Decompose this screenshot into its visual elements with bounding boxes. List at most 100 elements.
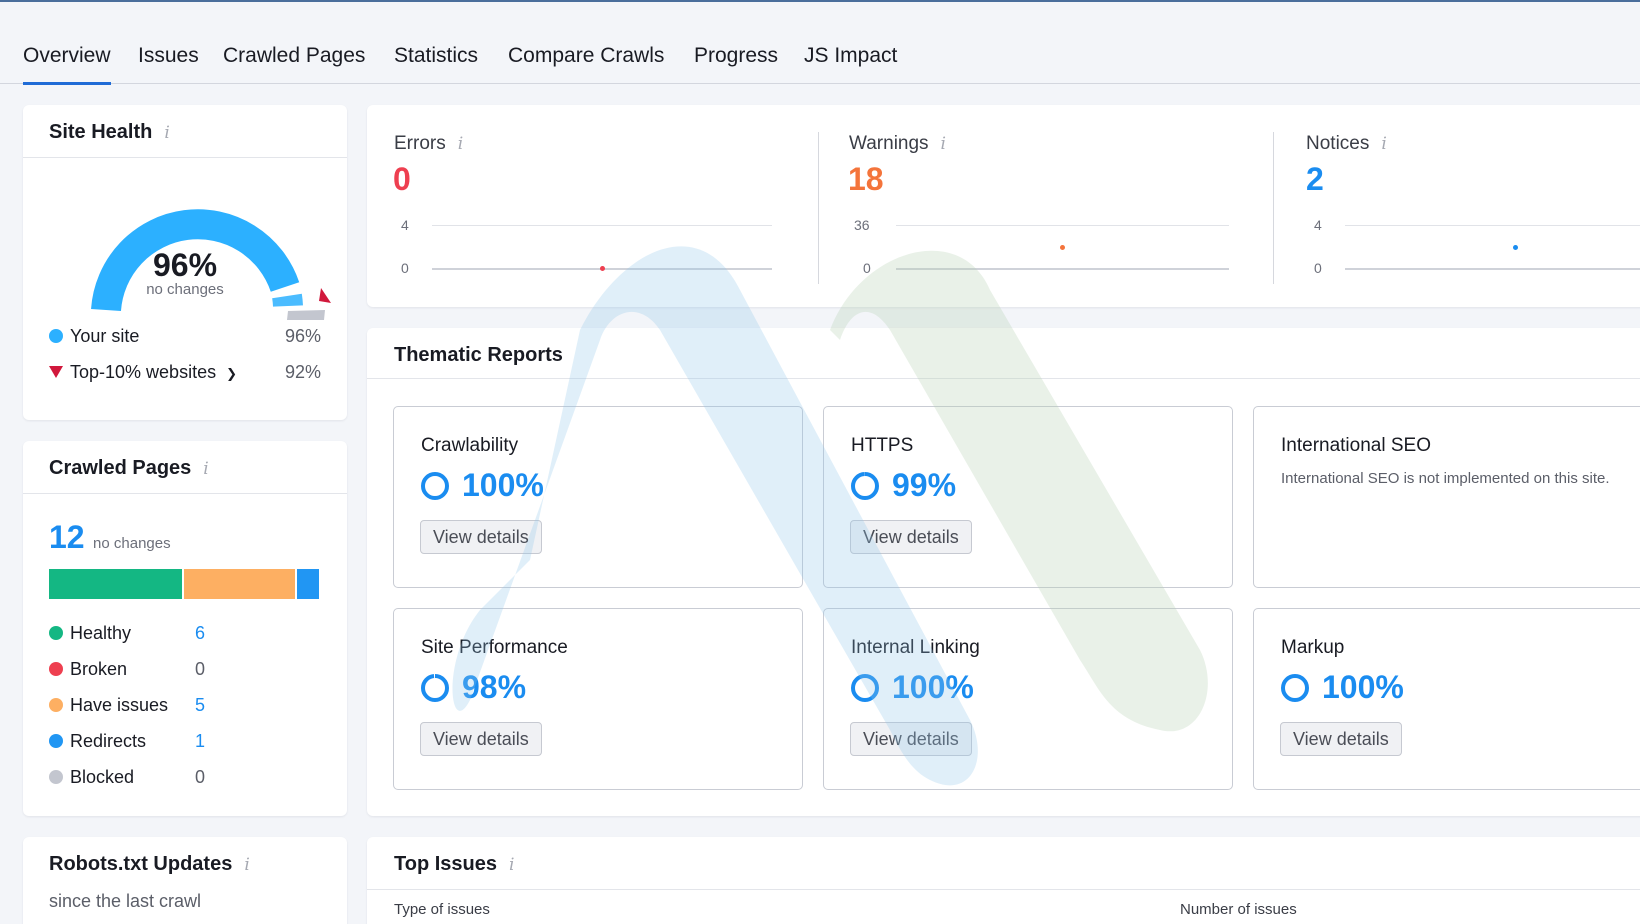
report-name: Internal Linking — [851, 637, 980, 658]
view-details-button[interactable]: View details — [1280, 722, 1402, 756]
robots-subtitle: since the last crawl — [49, 891, 202, 911]
report-name: Crawlability — [421, 435, 519, 456]
report-percent[interactable]: 100% — [420, 467, 544, 504]
view-details-button[interactable]: View details — [850, 520, 972, 554]
warnings-axis-top: 36 — [854, 217, 870, 233]
dot-icon — [49, 329, 63, 343]
metric-separator — [1273, 132, 1274, 284]
notices-label: Notices i — [1306, 133, 1387, 154]
bar-segment-have-issues[interactable] — [184, 569, 295, 599]
bar-segment-redirects[interactable] — [296, 569, 319, 599]
dot-icon — [49, 662, 63, 676]
info-icon[interactable]: i — [203, 459, 208, 479]
report-international-seo: International SEO International SEO is n… — [1253, 406, 1640, 588]
view-details-button[interactable]: View details — [420, 520, 542, 554]
warnings-data-point[interactable] — [1060, 245, 1065, 250]
dot-icon — [49, 698, 63, 712]
dot-icon — [49, 626, 63, 640]
errors-label: Errors i — [394, 133, 464, 154]
chevron-down-icon: ❯ — [226, 366, 237, 381]
report-internal-linking: Internal Linking 100% View details — [823, 608, 1233, 790]
legend-your-site-value: 96% — [284, 326, 321, 346]
site-health-title[interactable]: Site Health i — [49, 121, 170, 144]
info-icon[interactable]: i — [1381, 134, 1386, 154]
legend-redirects[interactable]: Redirects — [49, 731, 146, 752]
warnings-label: Warnings i — [849, 133, 946, 154]
errors-grid-line — [432, 225, 772, 226]
legend-top-10-dropdown[interactable]: Top-10% websites ❯ — [49, 362, 237, 383]
errors-value[interactable]: 0 — [393, 161, 411, 198]
info-icon[interactable]: i — [164, 123, 169, 143]
report-https: HTTPS 99% View details — [823, 406, 1233, 588]
errors-axis-bottom: 0 — [401, 260, 409, 276]
legend-have-issues-value[interactable]: 5 — [195, 695, 205, 716]
crawled-pages-card: Crawled Pages i 12 no changes Healthy 6 B… — [23, 441, 347, 816]
tab-statistics[interactable]: Statistics — [394, 44, 478, 82]
legend-healthy-value[interactable]: 6 — [195, 623, 205, 644]
legend-healthy[interactable]: Healthy — [49, 623, 131, 644]
notices-grid-line — [1345, 225, 1640, 226]
triangle-down-icon — [49, 366, 63, 378]
notices-value[interactable]: 2 — [1306, 161, 1324, 198]
site-health-change: no changes — [146, 281, 224, 298]
notices-baseline — [1345, 268, 1640, 270]
notices-axis-top: 4 — [1314, 217, 1322, 233]
crawled-pages-count[interactable]: 12 — [49, 519, 85, 555]
report-note: International SEO is not implemented on … — [1281, 470, 1610, 487]
metrics-card: Errors i 0 4 0 Warnings i 18 36 0 Notices i… — [367, 105, 1640, 307]
metric-separator — [818, 132, 819, 284]
dot-icon — [49, 770, 63, 784]
legend-blocked[interactable]: Blocked — [49, 767, 134, 788]
report-name: Site Performance — [421, 637, 568, 658]
tab-issues[interactable]: Issues — [138, 44, 199, 82]
tab-crawled-pages[interactable]: Crawled Pages — [223, 44, 365, 82]
view-details-button[interactable]: View details — [420, 722, 542, 756]
progress-ring-icon — [421, 471, 449, 500]
tab-js-impact[interactable]: JS Impact — [804, 44, 897, 82]
crawled-pages-count-row: 12 no changes — [49, 519, 171, 556]
crawled-pages-change: no changes — [93, 535, 171, 552]
tab-compare-crawls[interactable]: Compare Crawls — [508, 44, 664, 82]
report-markup: Markup 100% View details — [1253, 608, 1640, 790]
tab-progress[interactable]: Progress — [694, 44, 778, 82]
view-details-button[interactable]: View details — [850, 722, 972, 756]
info-icon[interactable]: i — [941, 134, 946, 154]
tab-bar: Overview Issues Crawled Pages Statistics… — [0, 0, 1640, 85]
report-percent[interactable]: 99% — [850, 467, 956, 504]
bar-segment-healthy[interactable] — [49, 569, 182, 599]
card-divider — [23, 157, 347, 158]
robots-title[interactable]: Robots.txt Updates i — [49, 853, 250, 876]
thematic-reports-card: Thematic Reports Crawlability 100% View … — [367, 328, 1640, 816]
progress-ring-icon — [851, 673, 879, 702]
report-percent[interactable]: 100% — [1280, 669, 1404, 706]
info-icon[interactable]: i — [458, 134, 463, 154]
info-icon[interactable]: i — [244, 855, 249, 875]
crawled-pages-bar — [49, 569, 319, 599]
report-percent[interactable]: 100% — [850, 669, 974, 706]
warnings-value[interactable]: 18 — [848, 161, 884, 198]
report-percent[interactable]: 98% — [420, 669, 526, 706]
legend-your-site: Your site — [49, 326, 139, 347]
legend-broken[interactable]: Broken — [49, 659, 127, 680]
report-name: HTTPS — [851, 435, 914, 456]
top-issues-title[interactable]: Top Issues i — [394, 853, 514, 876]
notices-data-point[interactable] — [1513, 245, 1518, 250]
top-issues-card: Top Issues i Type of issues Number of iss… — [367, 837, 1640, 924]
legend-redirects-value[interactable]: 1 — [195, 731, 205, 752]
card-divider — [367, 378, 1640, 379]
errors-axis-top: 4 — [401, 217, 409, 233]
tab-overview[interactable]: Overview — [23, 44, 111, 85]
legend-top-10-value: 92% — [284, 362, 321, 382]
warnings-axis-bottom: 0 — [863, 260, 871, 276]
crawled-pages-title[interactable]: Crawled Pages i — [49, 457, 209, 480]
notices-axis-bottom: 0 — [1314, 260, 1322, 276]
column-header-count: Number of issues — [1180, 901, 1297, 918]
report-name: Markup — [1281, 637, 1345, 658]
info-icon[interactable]: i — [509, 855, 514, 875]
warnings-baseline — [896, 268, 1229, 270]
thematic-reports-title: Thematic Reports — [394, 344, 563, 366]
card-divider — [367, 889, 1640, 890]
errors-data-point[interactable] — [600, 266, 605, 271]
legend-have-issues[interactable]: Have issues — [49, 695, 168, 716]
robots-card: Robots.txt Updates i since the last crawl — [23, 837, 347, 924]
